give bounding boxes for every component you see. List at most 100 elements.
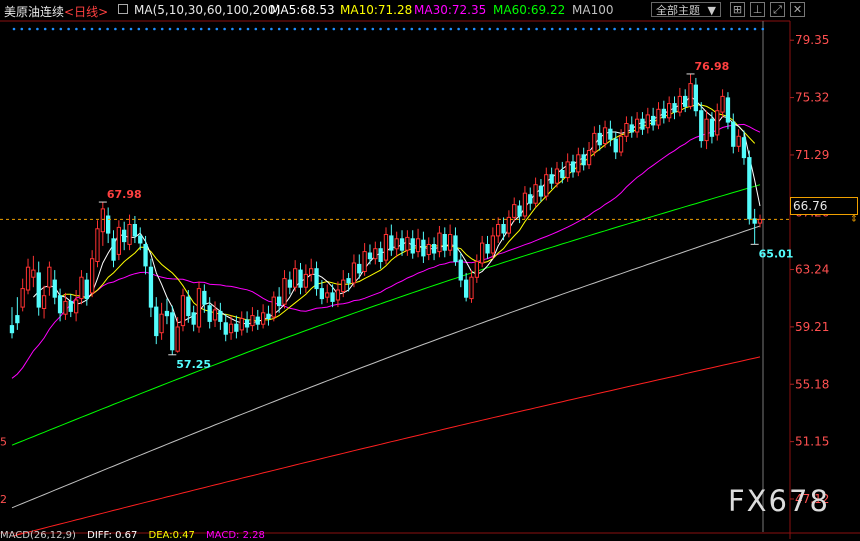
theme-dropdown[interactable]: 全部主题 ▼ (651, 2, 721, 17)
period-marker-dot (207, 27, 211, 31)
candle (116, 220, 121, 261)
candle (250, 307, 255, 332)
candle-body (164, 310, 170, 317)
candle-body (79, 276, 84, 300)
period-marker-dot (129, 27, 133, 31)
candle (223, 314, 228, 342)
candle-body (490, 235, 496, 254)
pin-icon[interactable]: ⊥ (750, 2, 765, 17)
candle (164, 298, 170, 325)
ma10-value: MA10:71.28 (340, 3, 413, 17)
candle (90, 250, 95, 298)
candle-body (651, 115, 656, 126)
candle-body (383, 234, 389, 261)
period-marker-dot (738, 27, 741, 31)
y-tick-label: 63.24 (795, 263, 829, 277)
left-tick-fragment: 5 (0, 436, 7, 449)
candle-body (715, 110, 720, 136)
period-marker-dot (59, 27, 63, 31)
expand-icon[interactable]: ⤢ (770, 2, 785, 17)
candle-body (426, 244, 431, 255)
candle-body (512, 204, 517, 218)
candle (293, 260, 298, 292)
candle (421, 231, 426, 263)
low-price-label: 57.25 (176, 358, 211, 371)
indicator-icon[interactable] (118, 4, 128, 14)
candle (378, 241, 383, 269)
candle (667, 96, 672, 123)
candle-body (330, 292, 335, 302)
candle-body (688, 83, 693, 107)
candle-body (597, 132, 602, 146)
period-marker-dot (745, 27, 749, 31)
candle-body (373, 248, 378, 260)
period-marker-dot (511, 27, 515, 31)
candle-body (442, 234, 447, 251)
period-marker-dot (145, 27, 148, 31)
candle (528, 187, 533, 211)
candle (15, 297, 20, 330)
candle-body (709, 118, 715, 137)
period-marker-dot (387, 27, 390, 31)
candle (704, 110, 709, 150)
ma5-value: MA5:68.53 (270, 3, 335, 17)
candle-body (699, 110, 704, 142)
candle (383, 227, 389, 265)
candle (437, 225, 442, 258)
candle-body (362, 251, 367, 273)
period-marker-dot (316, 27, 320, 31)
candle (20, 278, 25, 312)
candle-body (106, 215, 111, 234)
grid-icon[interactable]: ⊞ (730, 2, 745, 17)
period-marker-dot (340, 27, 343, 31)
candle-body (335, 289, 341, 301)
period-marker-dot (714, 27, 718, 31)
candle-body (90, 258, 95, 294)
candle (544, 167, 549, 201)
candle (36, 261, 41, 316)
candle-body (223, 322, 228, 335)
candle (325, 284, 330, 303)
candle (106, 207, 111, 244)
candle-body (704, 118, 709, 142)
close-icon[interactable]: ✕ (790, 2, 805, 17)
period-marker-dot (348, 27, 351, 31)
candle-body (485, 244, 490, 254)
candle (234, 315, 239, 339)
candle (154, 297, 159, 345)
candle-body (351, 262, 357, 284)
candle (111, 230, 116, 268)
candle (506, 210, 512, 238)
period-marker-dot (691, 27, 694, 31)
candle-body (570, 161, 576, 173)
period-marker-dot (121, 27, 125, 31)
y-tick-label: 71.29 (795, 148, 829, 162)
period-marker-dot (730, 27, 733, 31)
candle-body (25, 266, 31, 291)
candle (9, 307, 15, 339)
candle-body (159, 313, 164, 334)
candle (613, 132, 618, 160)
candle (469, 270, 474, 303)
period-marker-dot (355, 27, 359, 31)
candle-body (122, 229, 127, 243)
period-marker-dot (82, 27, 86, 31)
candle (143, 235, 148, 275)
candle (640, 112, 645, 135)
candle (41, 285, 47, 319)
candle-body (250, 315, 255, 327)
moving-average-lines (11, 95, 761, 537)
candle-body (261, 312, 266, 325)
candle-body (501, 224, 506, 234)
candle-body (544, 174, 549, 197)
period-marker-dot (496, 27, 499, 31)
price-chart[interactable]: 79.3575.3271.2967.2663.2459.2155.1851.15… (0, 0, 860, 539)
candle (367, 244, 373, 265)
candle-body (191, 312, 196, 325)
candle-body (293, 268, 298, 288)
period-marker-dot (160, 27, 164, 31)
candle-body (528, 194, 533, 204)
period-marker-dot (277, 27, 281, 31)
candle-body (602, 127, 608, 145)
period-marker-dot (644, 27, 648, 31)
